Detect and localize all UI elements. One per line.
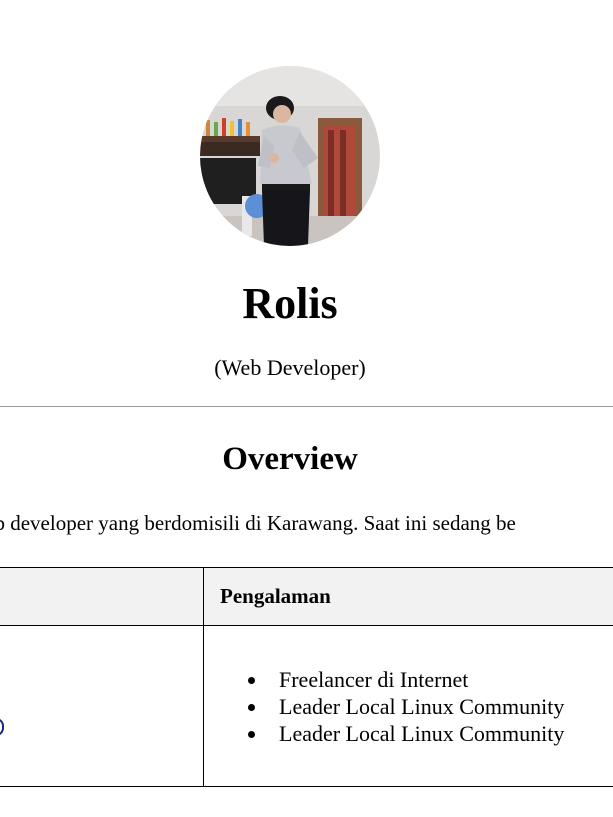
- info-table: Pengalaman Freelancer di Internet Leader…: [0, 567, 613, 787]
- bullet-icon: [248, 731, 255, 738]
- profile-role: (Web Developer): [214, 355, 366, 380]
- avatar: [200, 66, 380, 246]
- experience-header: Pengalaman: [220, 584, 331, 608]
- profile-name: Rolis: [242, 279, 338, 328]
- profile-page: Rolis (Web Developer) Overview web devel…: [0, 0, 613, 817]
- overview-text: web developer yang berdomisili di Karawa…: [0, 511, 516, 535]
- bullet-icon: [248, 704, 255, 711]
- experience-list: Freelancer di Internet Leader Local Linu…: [248, 666, 564, 747]
- overview-title: Overview: [222, 441, 358, 477]
- list-item: Freelancer di Internet: [248, 666, 564, 693]
- list-item: Leader Local Linux Community: [248, 720, 564, 747]
- experience-item-label: Freelancer di Internet: [279, 667, 469, 692]
- experience-item-label: Leader Local Linux Community: [279, 721, 565, 746]
- section-divider: [0, 406, 613, 407]
- table-column-divider: [203, 568, 204, 786]
- profile-photo-icon: [200, 66, 380, 246]
- bullet-icon: [248, 677, 255, 684]
- experience-item-label: Leader Local Linux Community: [279, 694, 565, 719]
- truncated-link-icon: [0, 718, 4, 736]
- list-item: Leader Local Linux Community: [248, 693, 564, 720]
